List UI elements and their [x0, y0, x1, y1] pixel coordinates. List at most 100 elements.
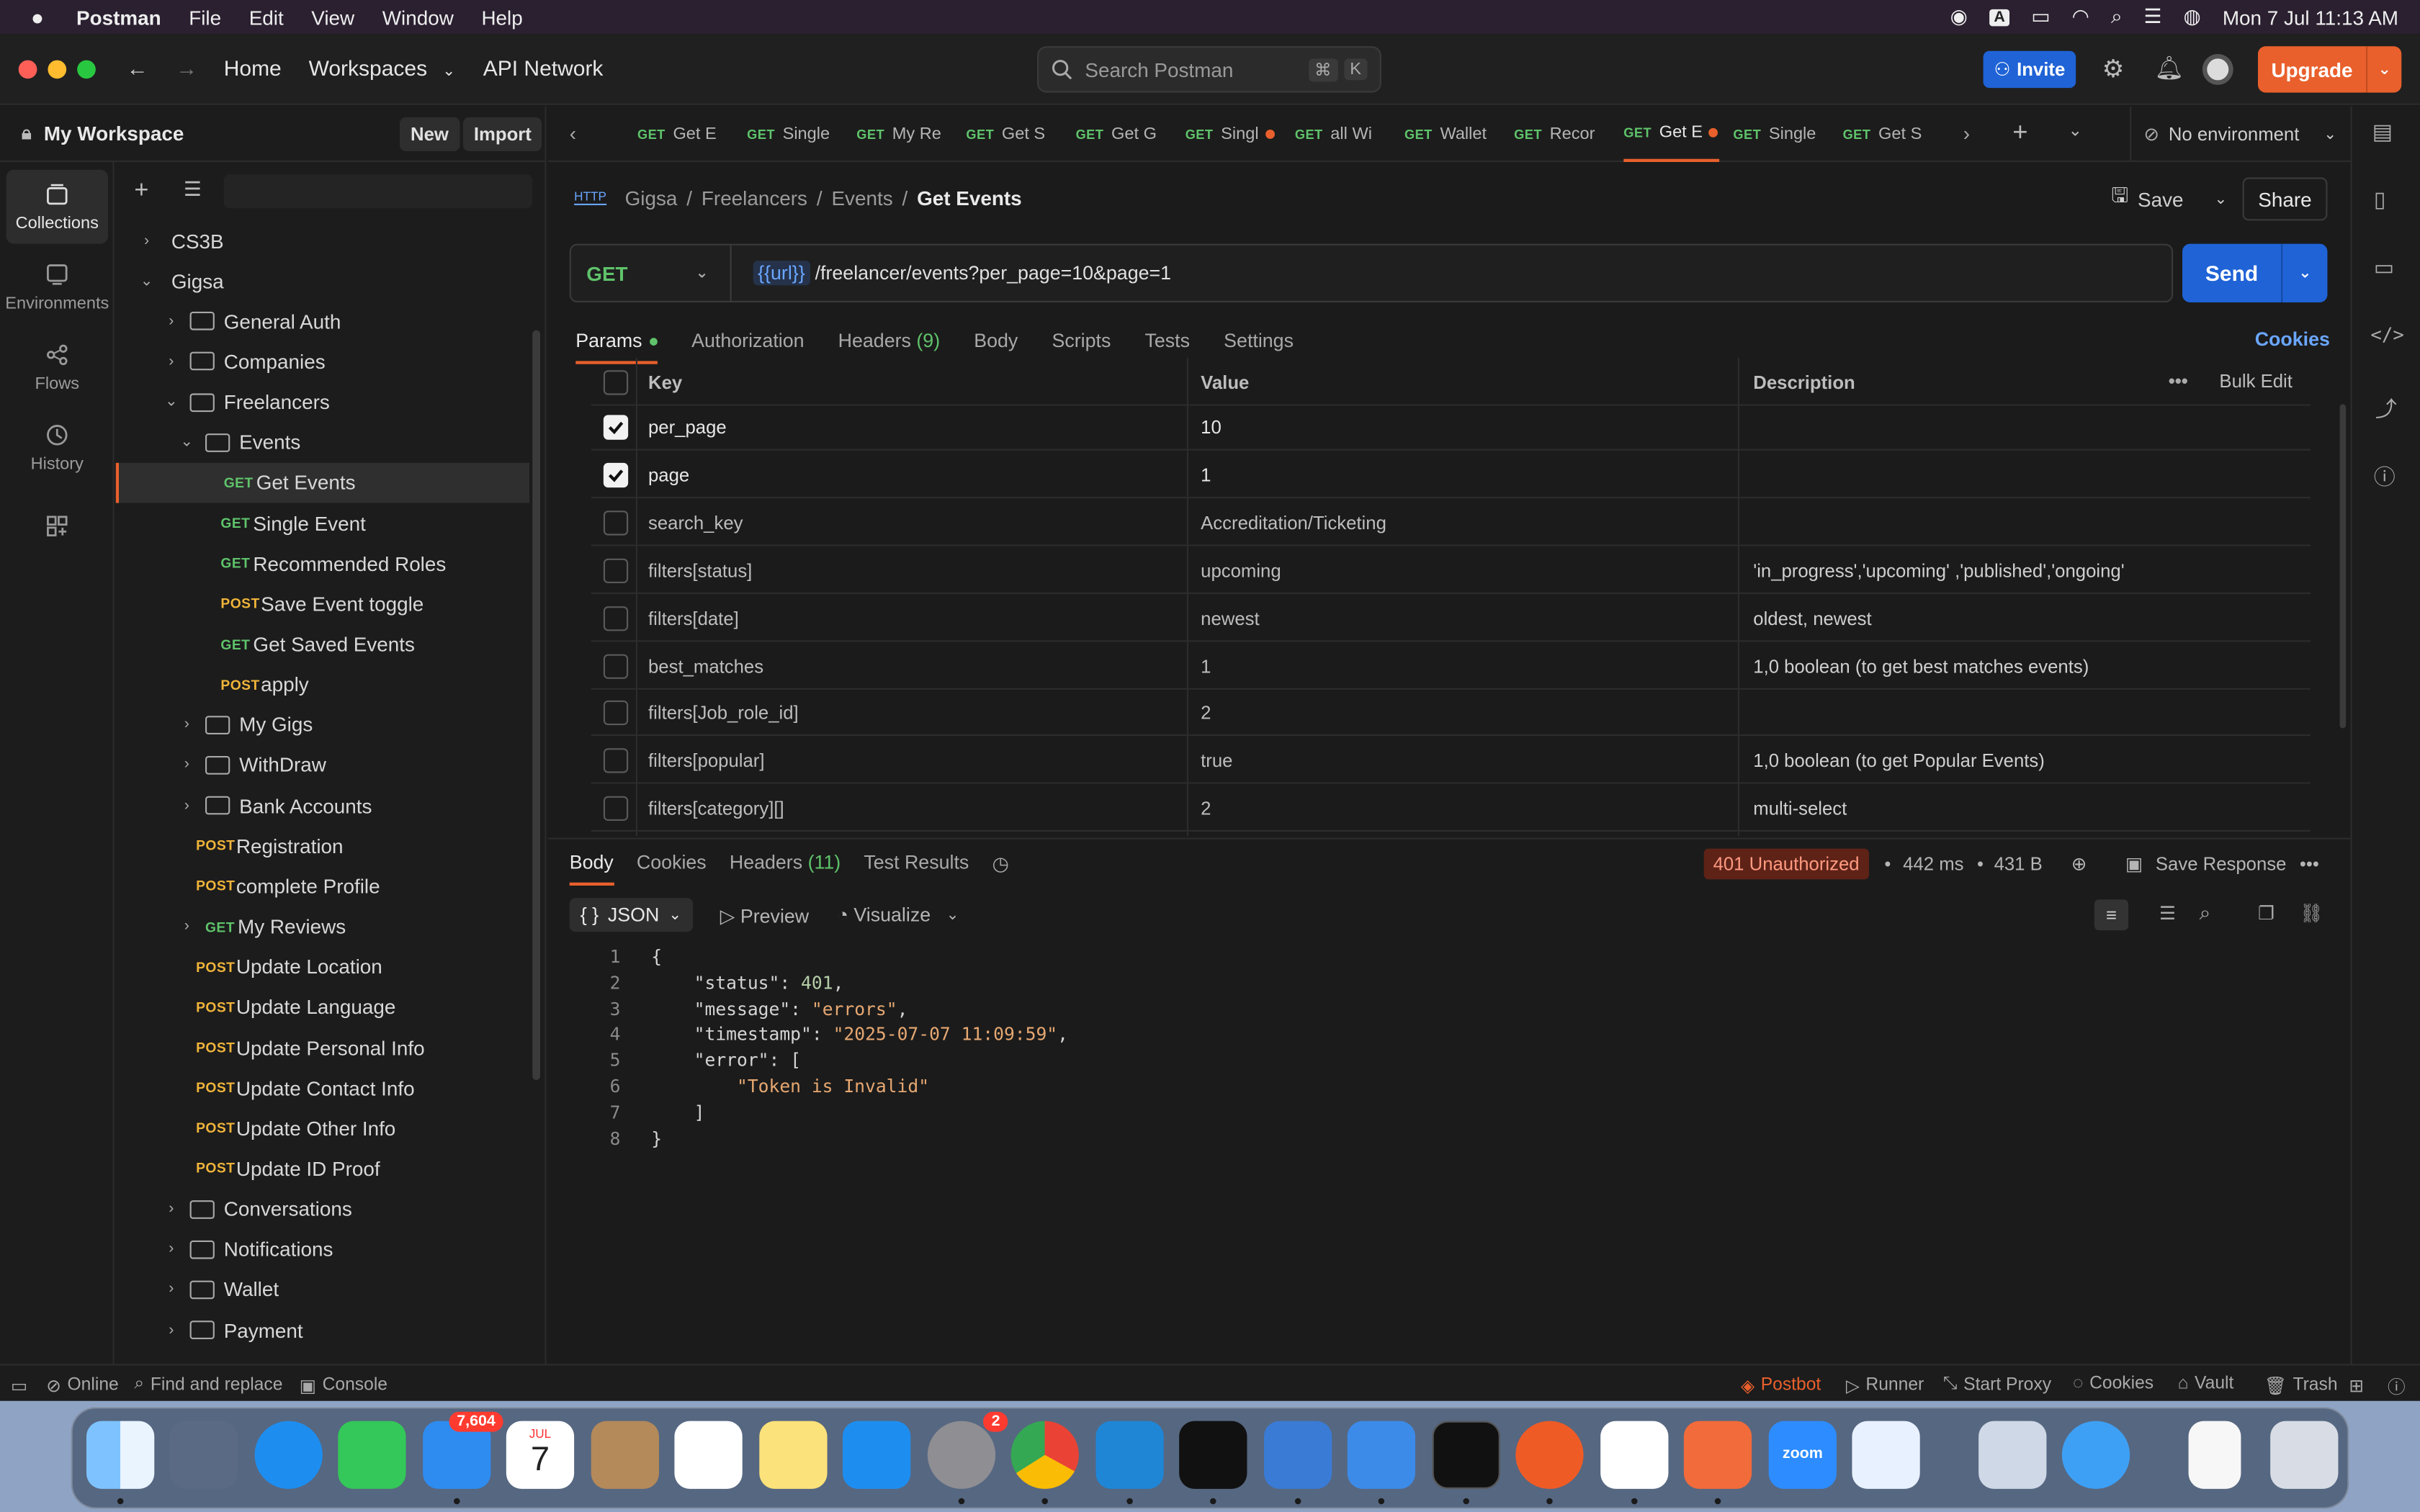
tree-node[interactable]: › General Auth	[116, 301, 529, 341]
request-tab[interactable]: GET Get S	[966, 107, 1062, 162]
param-description[interactable]: 1,0 boolean (to get Popular Events)	[1753, 750, 2045, 772]
tree-node[interactable]: POST Update Other Info	[116, 1108, 529, 1148]
new-button[interactable]: New	[400, 117, 460, 151]
chrome-icon[interactable]	[1010, 1421, 1079, 1489]
import-button[interactable]: Import	[462, 117, 542, 151]
tab-scripts[interactable]: Scripts	[1052, 330, 1111, 352]
info-icon[interactable]: ⓘ	[2374, 462, 2396, 492]
more-options-icon[interactable]: •••	[2169, 370, 2188, 392]
rail-collections[interactable]: Collections	[6, 169, 109, 244]
menu-edit[interactable]: Edit	[235, 6, 297, 29]
save-response-button[interactable]: ▣ Save Response	[2125, 853, 2287, 875]
forward-arrow-icon[interactable]: →	[176, 55, 197, 80]
siri-icon[interactable]: ◍	[2184, 4, 2201, 29]
param-value[interactable]: 1	[1201, 464, 1211, 486]
environment-selector[interactable]: ⊘ No environment ⌄	[2130, 106, 2349, 162]
menu-view[interactable]: View	[297, 6, 368, 29]
wifi-icon[interactable]: ◠	[2072, 4, 2089, 29]
tree-node[interactable]: POST Update ID Proof	[116, 1148, 529, 1189]
param-checkbox[interactable]	[603, 653, 629, 678]
tree-node[interactable]: › GET My Reviews	[116, 906, 529, 947]
param-checkbox[interactable]	[603, 510, 629, 536]
finder-icon[interactable]	[86, 1421, 155, 1489]
toggle-sidebar-icon[interactable]: ▭	[11, 1374, 27, 1397]
filter-icon[interactable]: ☰	[184, 177, 202, 202]
save-button[interactable]: 🖫︎ Save ⌄	[2111, 181, 2227, 217]
tree-node[interactable]: GET Recommended Roles	[116, 544, 529, 584]
param-value[interactable]: true	[1201, 750, 1232, 772]
chevron-down-icon[interactable]: ⌄	[2367, 61, 2401, 78]
runner-button[interactable]: ▷ Runner	[1846, 1374, 1924, 1396]
tree-node[interactable]: › WithDraw	[116, 745, 529, 786]
tab-authorization[interactable]: Authorization	[691, 330, 804, 352]
spotlight-icon[interactable]: ⌕	[2111, 4, 2123, 29]
vault-button[interactable]: ⌂ Vault	[2178, 1374, 2234, 1393]
chevron-down-icon[interactable]: ⌄	[946, 906, 959, 924]
search-icon[interactable]: ⌕	[2200, 901, 2211, 925]
add-collection-icon[interactable]: +	[134, 177, 148, 205]
tree-node[interactable]: GET Get Saved Events	[116, 624, 529, 665]
params-scrollbar[interactable]	[2339, 404, 2347, 729]
unity-icon[interactable]	[1179, 1421, 1247, 1489]
menubar-clock[interactable]: Mon 7 Jul 11:13 AM	[2223, 6, 2398, 29]
minimize-window-button[interactable]	[48, 60, 67, 79]
request-name[interactable]: Get Events	[917, 186, 1022, 209]
tree-node[interactable]: POST apply	[116, 665, 529, 705]
api-network-link[interactable]: API Network	[483, 55, 604, 80]
rail-environments[interactable]: Environments	[5, 250, 109, 324]
tree-node[interactable]: › Wallet	[116, 1269, 529, 1310]
tree-node[interactable]: POST Save Event toggle	[116, 584, 529, 624]
reminders-icon[interactable]	[674, 1421, 743, 1489]
chevron-right-icon[interactable]: ›	[162, 1280, 181, 1299]
response-time[interactable]: 442 ms	[1903, 853, 1963, 875]
network-globe-icon[interactable]: ⊕	[2071, 853, 2087, 875]
tabs-menu-icon[interactable]: ⌄	[2068, 120, 2082, 140]
format-select[interactable]: { } JSON ⌄	[569, 898, 693, 932]
bulk-edit-link[interactable]: Bulk Edit	[2219, 370, 2292, 392]
battery-icon[interactable]: ▭	[2031, 4, 2050, 29]
param-key[interactable]: filters[date]	[648, 607, 739, 629]
param-value[interactable]: newest	[1201, 607, 1259, 629]
tree-node[interactable]: POST Registration	[116, 826, 529, 866]
menu-app[interactable]: Postman	[63, 6, 175, 29]
param-description[interactable]: 'in_progress','upcoming' ,'published','o…	[1753, 559, 2124, 581]
share-button[interactable]: Share	[2242, 177, 2328, 221]
app-store-icon[interactable]	[843, 1421, 911, 1489]
status-badge[interactable]: 401 Unauthorized	[1703, 848, 1869, 880]
param-key[interactable]: page	[648, 464, 689, 486]
chevron-right-icon[interactable]: ›	[177, 917, 196, 936]
visualize-button[interactable]: ◔ Visualize	[837, 904, 931, 926]
user-status-icon[interactable]: ◉	[1950, 4, 1968, 29]
comments-icon[interactable]: ▭	[2374, 255, 2394, 281]
rail-configure[interactable]	[6, 498, 108, 554]
safari-icon[interactable]	[254, 1421, 323, 1489]
back-arrow-icon[interactable]: ←	[127, 55, 148, 80]
downloads-folder-icon[interactable]	[2061, 1421, 2130, 1489]
documentation-icon[interactable]: ▯	[2374, 186, 2386, 212]
chevron-right-icon[interactable]: ›	[177, 756, 196, 775]
param-checkbox[interactable]	[603, 701, 629, 726]
request-tab[interactable]: GET Wallet	[1404, 107, 1500, 162]
url-variable[interactable]: {{url}}	[753, 261, 810, 286]
tab-tests[interactable]: Tests	[1144, 330, 1190, 352]
param-description[interactable]: 1,0 boolean (to get best matches events)	[1753, 655, 2089, 677]
param-value[interactable]: 2	[1201, 798, 1211, 819]
upgrade-button[interactable]: Upgrade ⌄	[2258, 46, 2402, 93]
tab-params[interactable]: Params	[575, 330, 658, 364]
breadcrumb-folder[interactable]: Freelancers	[702, 186, 807, 209]
param-key[interactable]: filters[Job_role_id]	[648, 703, 799, 724]
tab-scroll-left-icon[interactable]: ‹	[570, 122, 576, 145]
request-tab[interactable]: GET Singl	[1186, 107, 1281, 162]
tab-headers[interactable]: Headers (9)	[838, 330, 940, 352]
tree-node[interactable]: GET Single Event	[116, 503, 529, 544]
tree-node[interactable]: › My Gigs	[116, 705, 529, 745]
param-value[interactable]: upcoming	[1201, 559, 1281, 581]
chevron-right-icon[interactable]: ›	[177, 716, 196, 734]
system-settings-icon[interactable]: 2	[927, 1411, 1008, 1489]
postbot-button[interactable]: ◈ Postbot	[1741, 1374, 1821, 1396]
param-description[interactable]: multi-select	[1753, 798, 1847, 819]
chevron-down-icon[interactable]: ⌄	[162, 393, 181, 412]
vscode-icon[interactable]	[1095, 1421, 1164, 1489]
more-options-icon[interactable]: •••	[2300, 853, 2319, 875]
launchpad-icon[interactable]	[169, 1421, 238, 1489]
